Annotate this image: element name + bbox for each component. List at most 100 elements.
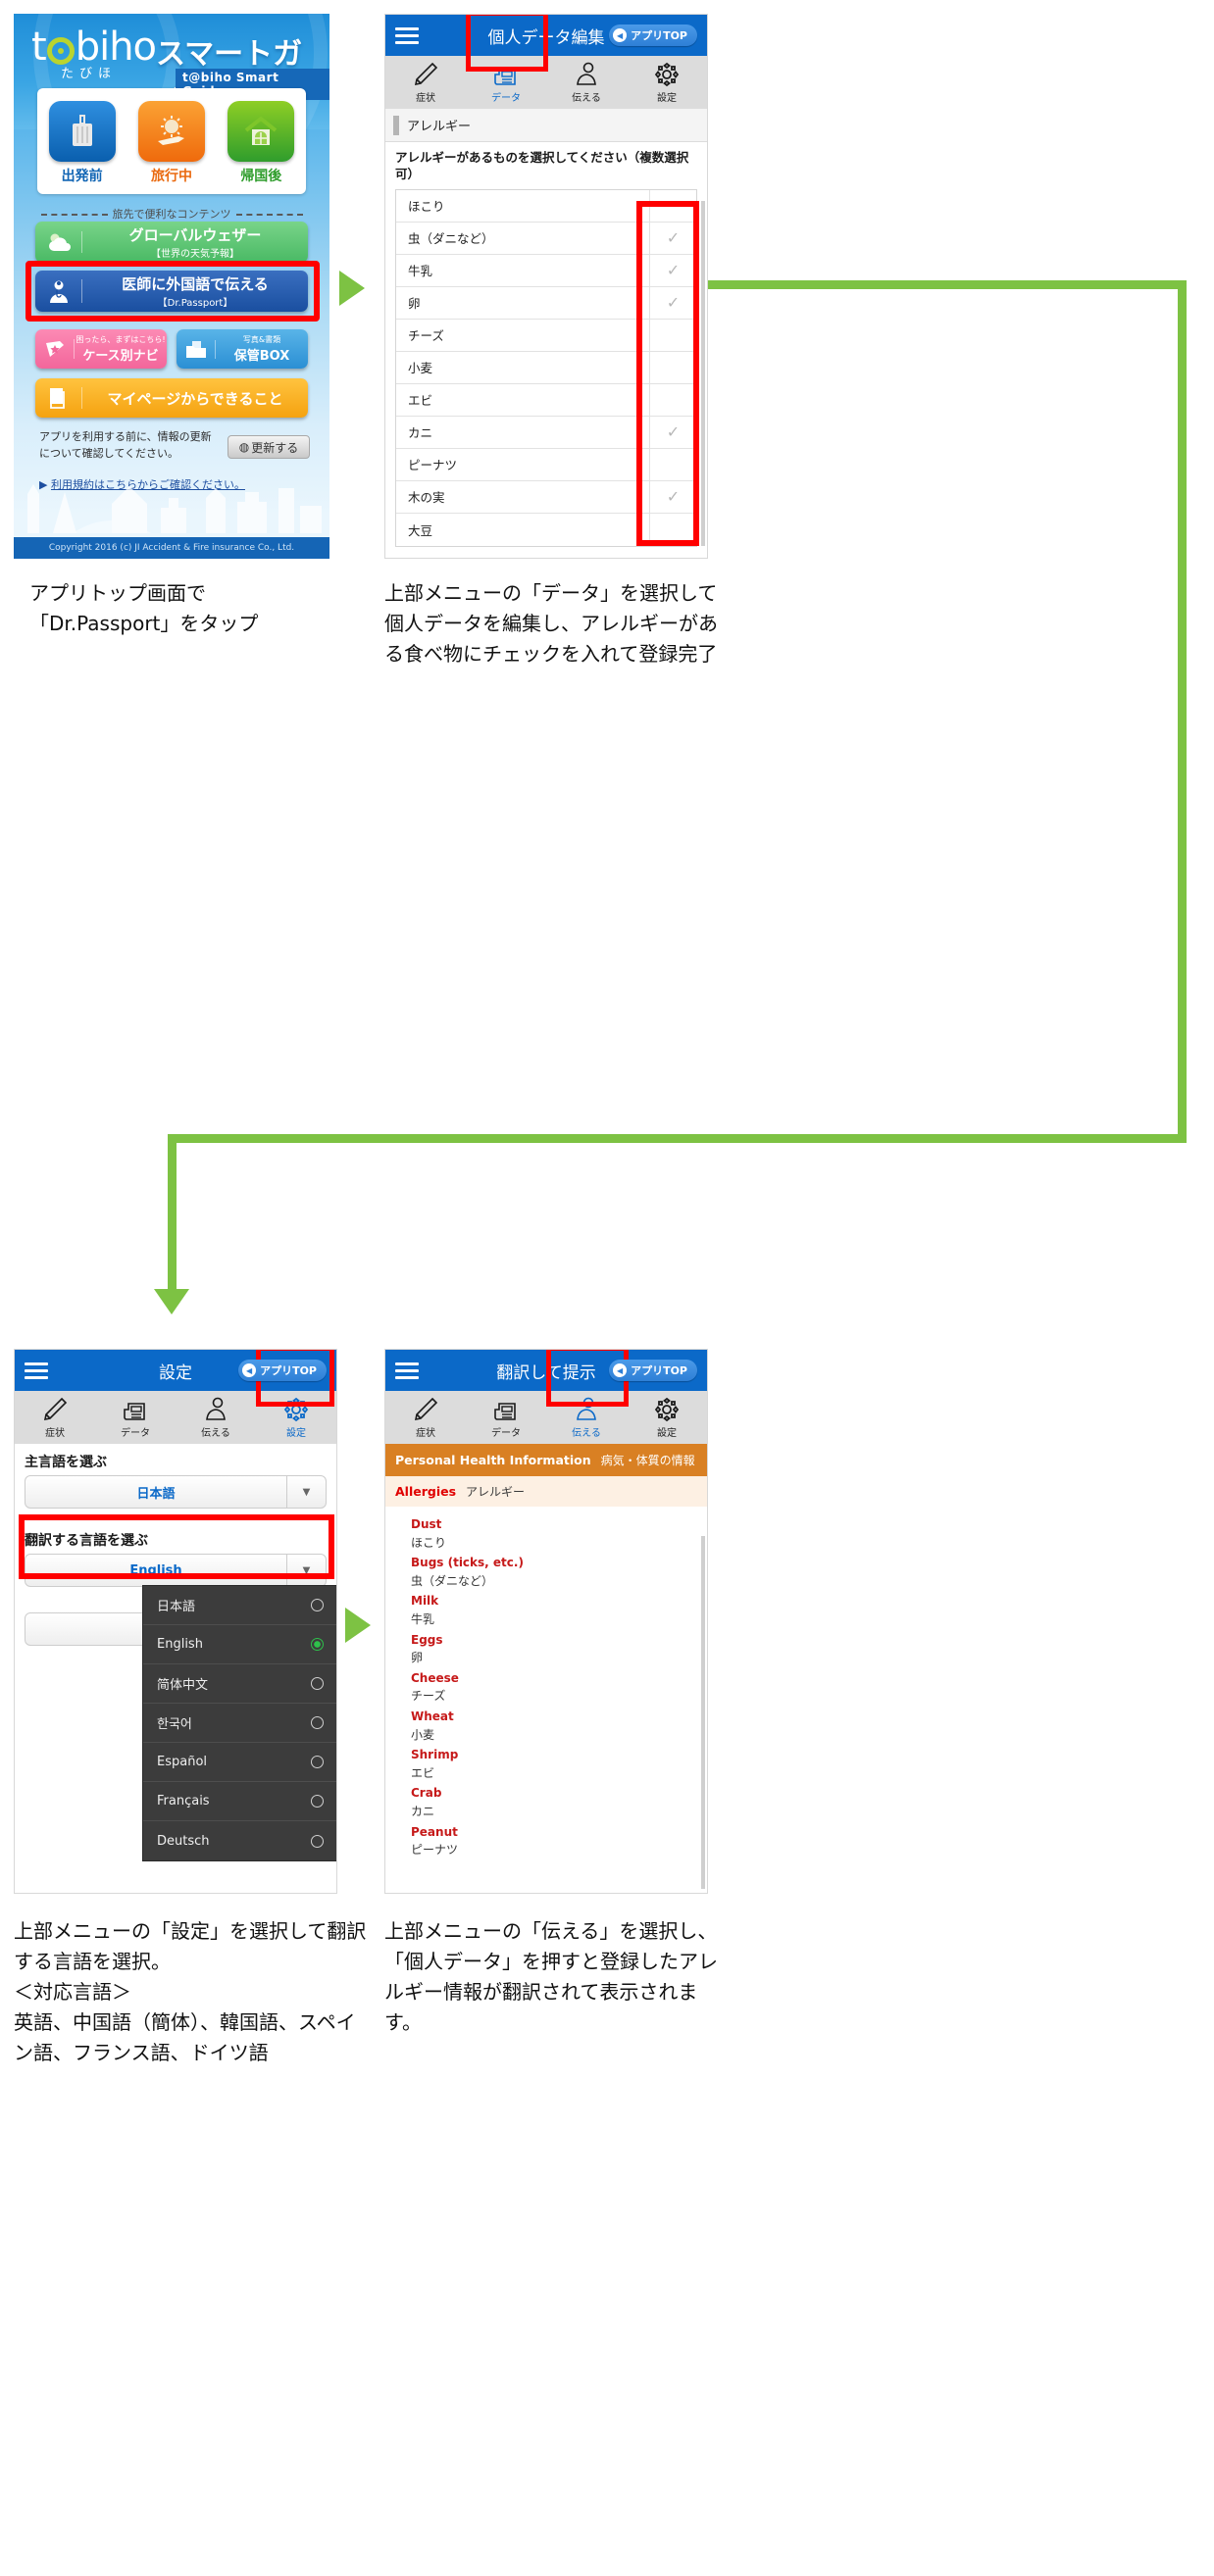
allergy-row-label: 大豆 (408, 522, 433, 538)
scrollbar[interactable] (701, 1536, 705, 1889)
tab-data[interactable]: データ (95, 1391, 176, 1444)
allergies-header-en: Allergies (395, 1484, 457, 1499)
translated-item-en: Wheat (411, 1709, 454, 1723)
radio-selected-icon[interactable] (311, 1638, 324, 1651)
gear-icon (654, 1397, 680, 1422)
tile-after-return[interactable]: 帰国後 (223, 101, 299, 185)
pencil-icon (413, 1397, 438, 1422)
radio-unselected-icon[interactable] (311, 1834, 324, 1848)
copyright-footer: Copyright 2016 (c) JI Accident & Fire in… (14, 537, 329, 559)
translated-item-jp: 小麦 (411, 1727, 435, 1742)
scrollbar[interactable] (701, 201, 705, 546)
menu-icon[interactable] (395, 1359, 419, 1383)
menu-icon[interactable] (395, 24, 419, 48)
tab-settings[interactable]: 設定 (627, 56, 707, 109)
tab-settings[interactable]: 設定 (627, 1391, 707, 1444)
tab-tell[interactable]: 伝える (176, 1391, 256, 1444)
flow-line-v-right (1178, 280, 1187, 1143)
tile-label: 出発前 (61, 169, 103, 184)
translated-allergy-list: Dust ほこり Bugs (ticks, etc.) 虫（ダニなど） Milk 牛乳 Eg… (385, 1507, 707, 1860)
translated-item: Dust ほこり (385, 1514, 707, 1553)
menu-icon[interactable] (25, 1359, 48, 1383)
flow-arrow-3 (345, 1608, 371, 1643)
language-menu-item[interactable]: 日本語 (143, 1586, 336, 1625)
tab-label: 症状 (416, 92, 435, 104)
app-top-button[interactable]: ◀ アプリTOP (238, 1360, 327, 1381)
tile-label: 旅行中 (150, 169, 192, 184)
translate-display-screen: 翻訳して提示 ◀ アプリTOP 症状 データ 伝える 設定 Personal H… (384, 1349, 708, 1894)
logo-kana: たびほ (61, 67, 118, 81)
tile-before-departure[interactable]: 出発前 (44, 101, 121, 185)
radio-unselected-icon[interactable] (311, 1795, 324, 1808)
language-menu-item-label: 한국어 (157, 1717, 192, 1732)
allergy-row-label: エビ (408, 393, 433, 409)
primary-language-label: 主言語を選ぶ (25, 1455, 107, 1470)
app-top-screen: tbiho たびほ スマートガイド t@biho Smart Guide 出発前… (14, 14, 329, 559)
language-menu-item[interactable]: Español (143, 1743, 336, 1782)
language-menu-item[interactable]: Français (143, 1782, 336, 1821)
logo-text-pre: t (31, 25, 47, 70)
translated-item-jp: 虫（ダニなど） (411, 1573, 494, 1588)
tab-symptoms[interactable]: 症状 (15, 1391, 95, 1444)
app-top-button[interactable]: ◀ アプリTOP (609, 1360, 697, 1381)
mypage-button[interactable]: マイページからできること (35, 378, 308, 418)
app-top-button-label: アプリTOP (631, 1364, 687, 1377)
tab-label: 伝える (572, 92, 601, 104)
update-button[interactable]: ◍ 更新する (228, 435, 310, 459)
personal-health-header-en: Personal Health Information (395, 1453, 591, 1467)
tile-during-trip[interactable]: 旅行中 (133, 101, 210, 185)
pencil-icon (413, 62, 438, 87)
highlight-box-data-tab (466, 15, 548, 72)
tab-label: 設定 (657, 92, 677, 104)
allergy-row-label: チーズ (408, 328, 444, 344)
highlight-box-translate-language (19, 1514, 334, 1579)
language-menu-item[interactable]: 简体中文 (143, 1664, 336, 1704)
chevron-down-icon: ▼ (286, 1476, 326, 1508)
primary-language-select[interactable]: 日本語 ▼ (25, 1475, 327, 1509)
allergy-row-label: 木の実 (408, 490, 445, 506)
at-symbol-icon (46, 37, 75, 65)
tab-label: 症状 (45, 1427, 65, 1439)
button-subtitle: 【世界の天気予報】 (151, 249, 239, 260)
tab-label: 設定 (286, 1427, 306, 1439)
pencil-icon (42, 1397, 68, 1422)
highlight-box-checkmark-column (636, 201, 699, 546)
star-card-icon (35, 339, 75, 359)
translated-item: Eggs 卵 (385, 1630, 707, 1668)
translated-item-jp: カニ (411, 1804, 435, 1818)
radio-unselected-icon[interactable] (311, 1716, 324, 1729)
button-subtitle: 困ったら、まずはこちら! (76, 335, 166, 344)
refresh-icon: ◍ (238, 440, 250, 454)
language-menu-item[interactable]: 한국어 (143, 1704, 336, 1743)
translated-item: Wheat 小麦 (385, 1707, 707, 1745)
document-icon (493, 1397, 519, 1422)
radio-unselected-icon[interactable] (311, 1756, 324, 1768)
settings-screen: 設定 ◀ アプリTOP 症状 データ 伝える 設定 主言語を選ぶ 日本語 ▼ 翻… (14, 1349, 337, 1894)
translated-item: Milk 牛乳 (385, 1591, 707, 1629)
language-menu-item-label: 日本語 (157, 1600, 196, 1614)
language-dropdown-menu: 日本語 English 简体中文 한국어 Español Français Deutsch (142, 1585, 336, 1861)
flow-line-v-left (168, 1134, 177, 1291)
global-weather-button[interactable]: グローバルウェザー 【世界の天気予報】 (35, 222, 308, 263)
question-text: アレルギーがあるものを選択してください（複数選択可） (395, 150, 689, 181)
radio-unselected-icon[interactable] (311, 1599, 324, 1611)
language-menu-item[interactable]: English (143, 1625, 336, 1664)
tab-symptoms[interactable]: 症状 (385, 1391, 466, 1444)
caption-4: 上部メニューの「伝える」を選択し、「個人データ」を押すと登録したアレルギー情報が… (384, 1919, 718, 2034)
tab-bar: 症状 データ 伝える 設定 (15, 1350, 336, 1444)
translated-item-en: Milk (411, 1594, 439, 1609)
tab-tell[interactable]: 伝える (546, 56, 627, 109)
app-top-button[interactable]: ◀ アプリTOP (609, 25, 697, 46)
case-navi-button[interactable]: 困ったら、まずはこちら! ケース別ナビ (35, 329, 167, 369)
radio-unselected-icon[interactable] (311, 1677, 324, 1690)
storage-box-button[interactable]: 写真&書類 保管BOX (177, 329, 308, 369)
personal-data-edit-screen: 個人データ編集 ◀ アプリTOP 症状 データ 伝える 設定 アレルギー アレル… (384, 14, 708, 559)
flow-line-h-bottom (168, 1134, 1187, 1143)
tab-symptoms[interactable]: 症状 (385, 56, 466, 109)
language-menu-item[interactable]: Deutsch (143, 1821, 336, 1860)
tab-bar: 症状 データ 伝える 設定 (385, 1350, 707, 1444)
allergy-row-label: 小麦 (408, 361, 433, 376)
tab-label: 症状 (416, 1427, 435, 1439)
button-subtitle: 写真&書類 (242, 335, 281, 344)
tab-data[interactable]: データ (466, 1391, 546, 1444)
